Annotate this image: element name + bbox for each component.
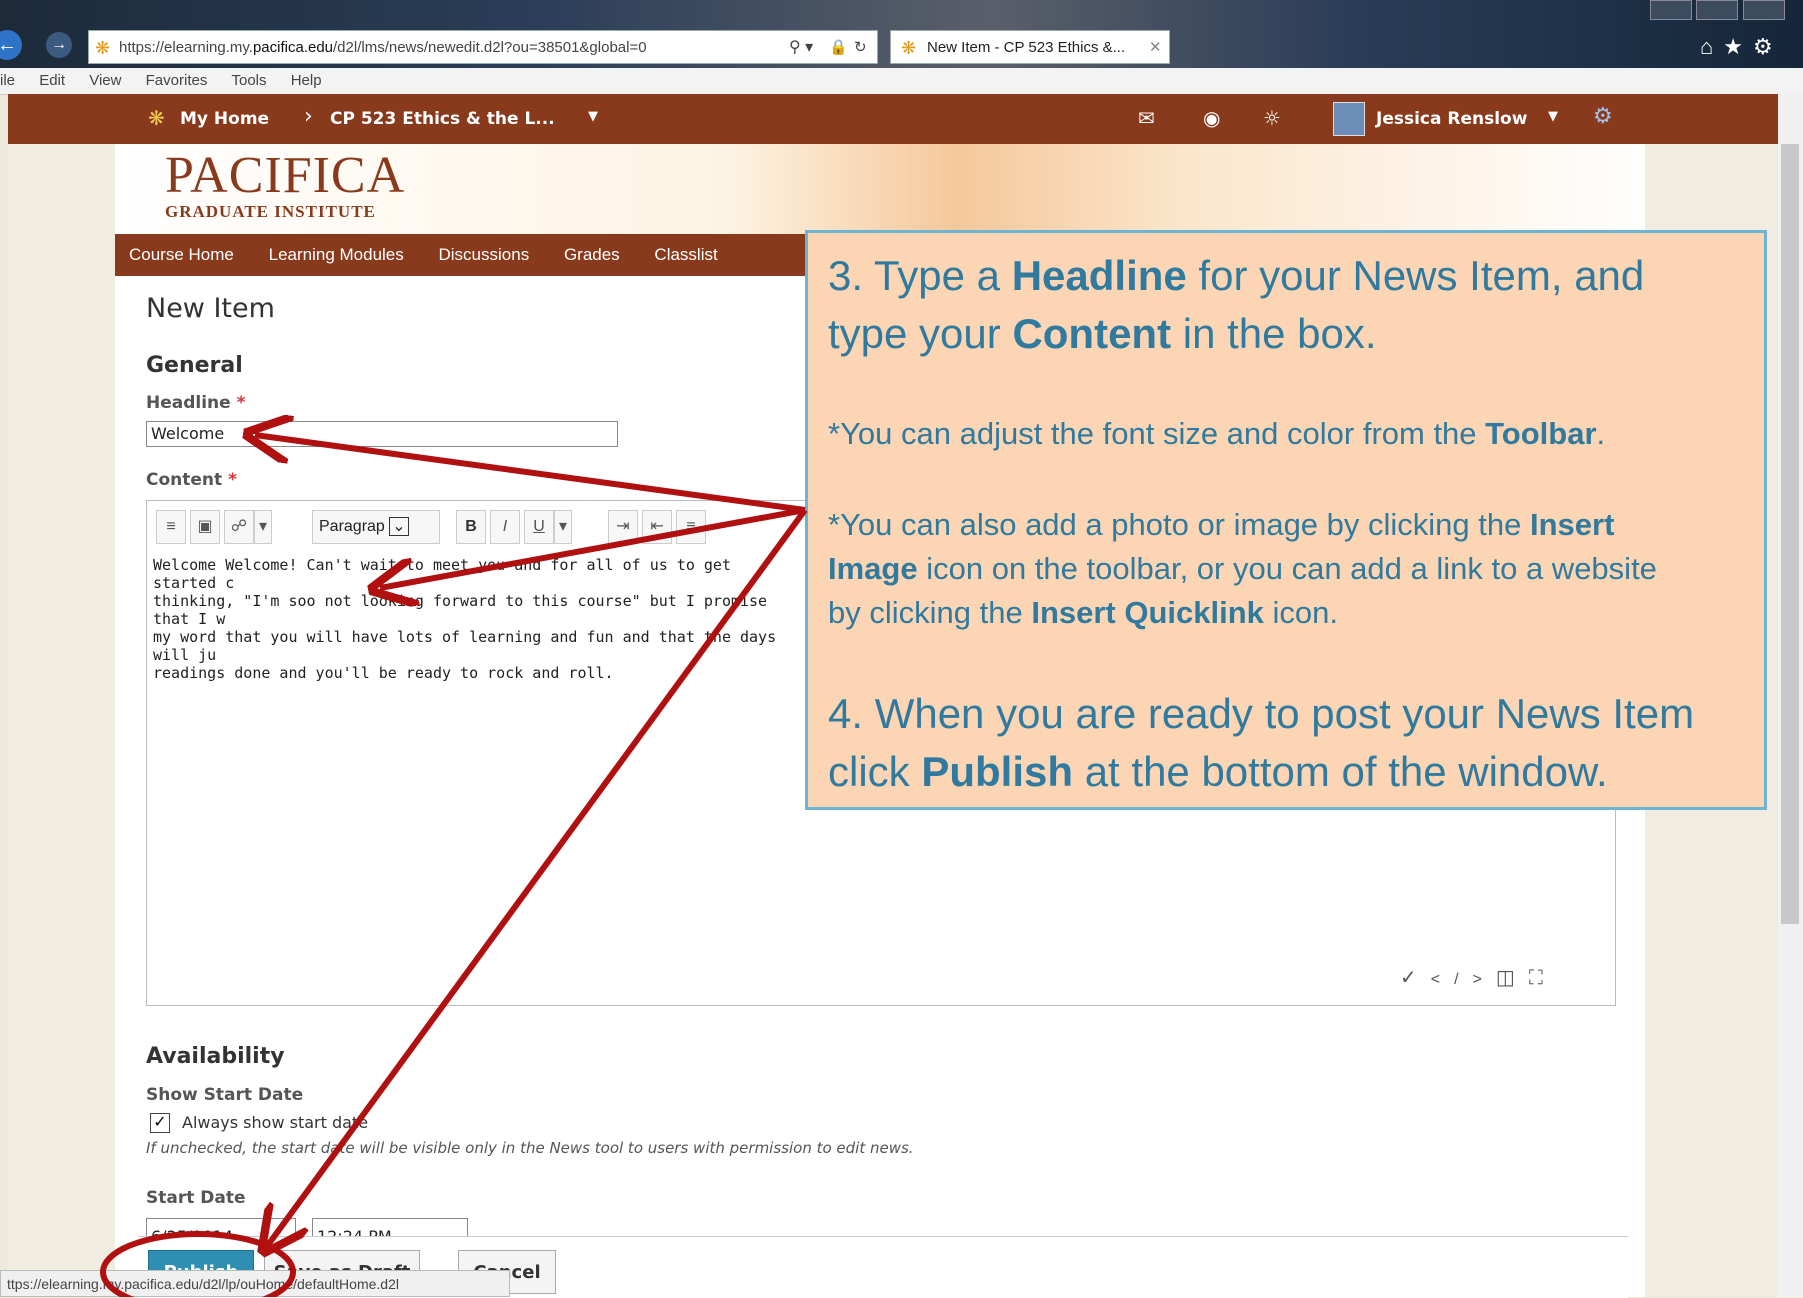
- publish-highlight-circle: [100, 1231, 296, 1297]
- annotation-arrows: [100, 0, 808, 1297]
- arrow-to-publish: [268, 508, 808, 1245]
- arrow-to-content: [380, 507, 806, 588]
- arrow-to-headline: [255, 435, 806, 513]
